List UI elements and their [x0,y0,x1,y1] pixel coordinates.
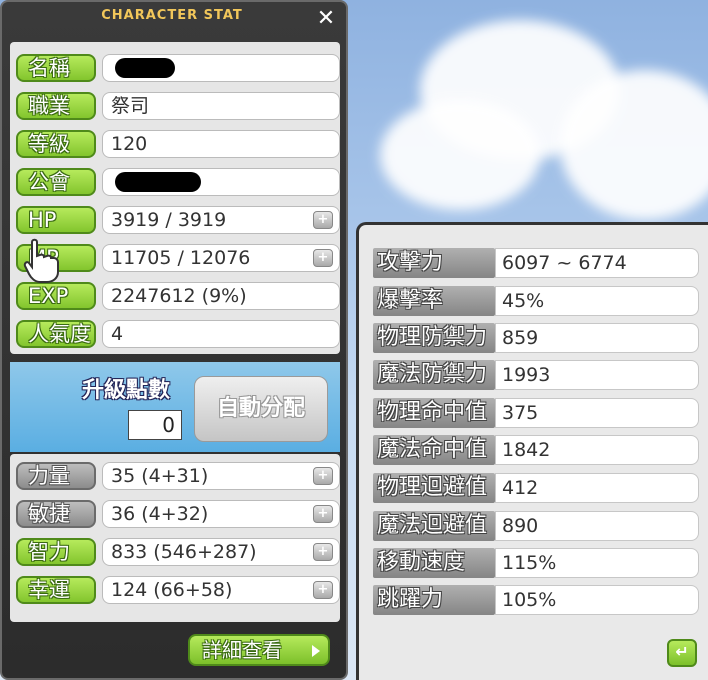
hp-text: 3919 / 3919 [111,209,227,231]
int-label: 智力 [16,538,96,566]
detail-row: 移動速度 115% [373,545,699,579]
basic-info-section: 名稱 職業 祭司 等級 120 公會 HP 3919 / 3919 + 1170… [10,42,340,354]
mp-row: MP 11705 / 12076 + [16,242,342,274]
redacted-guild [115,172,201,192]
ability-points-section: 升級點數 0 自動分配 [10,362,340,452]
int-text: 833 (546+287) [111,541,257,563]
redacted-name [115,58,175,78]
name-row: 名稱 [16,52,342,84]
detail-stat-window: 攻擊力 6097 ~ 6774 爆擊率 45% 物理防禦力 859 魔法防禦力 … [356,222,708,680]
plus-icon[interactable]: + [313,211,333,229]
window-title: CHARACTER STAT [101,8,243,23]
fame-label: 人氣度 [16,320,96,348]
int-value: 833 (546+287) + [102,538,340,566]
dex-label: 敏捷 [16,500,96,528]
speed-label: 移動速度 [373,548,495,578]
plus-icon[interactable]: + [313,505,333,523]
detail-row: 跳躍力 105% [373,582,699,616]
detail-row: 物理防禦力 859 [373,320,699,354]
ability-points-label: 升級點數 [81,378,170,403]
str-row: 力量 35 (4+31) + [16,460,342,492]
back-arrow-icon[interactable]: ↵ [667,639,697,667]
hand-cursor-icon [23,238,59,283]
phys-acc-label: 物理命中值 [373,398,495,428]
detail-row: 爆擊率 45% [373,283,699,317]
primary-stats-section: 力量 35 (4+31) + 敏捷 36 (4+32) + 智力 833 (54… [10,454,340,622]
dex-text: 36 (4+32) [111,503,209,525]
str-label: 力量 [16,462,96,490]
plus-icon[interactable]: + [313,467,333,485]
plus-icon[interactable]: + [313,249,333,267]
level-value: 120 [102,130,340,158]
crit-rate-value: 45% [495,286,699,316]
phys-def-value: 859 [495,323,699,353]
dex-row: 敏捷 36 (4+32) + [16,498,342,530]
phys-acc-value: 375 [495,398,699,428]
guild-label: 公會 [16,168,96,196]
guild-value [102,168,340,196]
auto-assign-button[interactable]: 自動分配 [194,376,328,442]
mp-value: 11705 / 12076 + [102,244,340,272]
jump-value: 105% [495,585,699,615]
jump-label: 跳躍力 [373,585,495,615]
character-stat-window: CHARACTER STAT ✕ 名稱 職業 祭司 等級 120 公會 HP 3… [0,0,348,680]
phys-avoid-value: 412 [495,473,699,503]
detail-row: 攻擊力 6097 ~ 6774 [373,245,699,279]
str-text: 35 (4+31) [111,465,209,487]
name-label: 名稱 [16,54,96,82]
mp-text: 11705 / 12076 [111,247,251,269]
magic-acc-label: 魔法命中值 [373,435,495,465]
detail-row: 物理命中值 375 [373,395,699,429]
speed-value: 115% [495,548,699,578]
ability-points-value: 0 [128,410,182,440]
magic-def-value: 1993 [495,360,699,390]
detail-view-button[interactable]: 詳細查看 [188,634,330,666]
dex-value: 36 (4+32) + [102,500,340,528]
luk-label: 幸運 [16,576,96,604]
plus-icon[interactable]: + [313,543,333,561]
job-label: 職業 [16,92,96,120]
magic-acc-value: 1842 [495,435,699,465]
hp-row: HP 3919 / 3919 + [16,204,342,236]
detail-row: 物理迴避值 412 [373,470,699,504]
luk-row: 幸運 124 (66+58) + [16,574,342,606]
magic-def-label: 魔法防禦力 [373,360,495,390]
magic-avoid-value: 890 [495,511,699,541]
hp-label: HP [16,206,96,234]
job-value: 祭司 [102,92,340,120]
background-cloud [380,100,540,210]
luk-text: 124 (66+58) [111,579,233,601]
crit-rate-label: 爆擊率 [373,286,495,316]
phys-avoid-label: 物理迴避值 [373,473,495,503]
detail-row: 魔法命中值 1842 [373,432,699,466]
magic-avoid-label: 魔法迴避值 [373,511,495,541]
detail-view-label: 詳細查看 [202,638,282,662]
close-icon[interactable]: ✕ [314,7,338,31]
detail-row: 魔法迴避值 890 [373,508,699,542]
attack-value: 6097 ~ 6774 [495,248,699,278]
level-row: 等級 120 [16,128,342,160]
plus-icon[interactable]: + [313,581,333,599]
fame-value: 4 [102,320,340,348]
fame-row: 人氣度 4 [16,318,342,350]
int-row: 智力 833 (546+287) + [16,536,342,568]
phys-def-label: 物理防禦力 [373,323,495,353]
detail-row: 魔法防禦力 1993 [373,357,699,391]
arrow-right-icon [312,645,320,657]
hp-value: 3919 / 3919 + [102,206,340,234]
attack-label: 攻擊力 [373,248,495,278]
exp-value: 2247612 (9%) [102,282,340,310]
name-value [102,54,340,82]
exp-label: EXP [16,282,96,310]
job-row: 職業 祭司 [16,90,342,122]
str-value: 35 (4+31) + [102,462,340,490]
level-label: 等級 [16,130,96,158]
guild-row: 公會 [16,166,342,198]
luk-value: 124 (66+58) + [102,576,340,604]
exp-row: EXP 2247612 (9%) [16,280,342,312]
